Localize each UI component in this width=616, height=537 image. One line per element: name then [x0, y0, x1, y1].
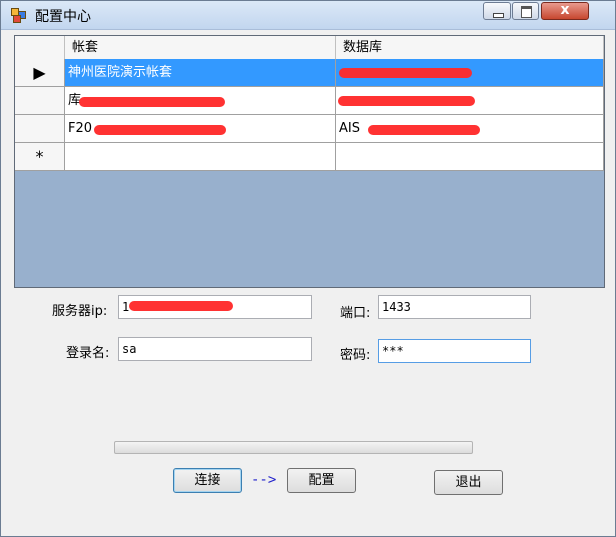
close-button[interactable]: x [541, 2, 589, 20]
table-row-new[interactable]: * [15, 143, 604, 171]
redaction-mark [339, 68, 472, 78]
login-name-input[interactable]: sa [118, 337, 312, 361]
cell-account[interactable] [65, 143, 336, 171]
table-row[interactable]: 库 [15, 87, 604, 115]
port-input[interactable]: 1433 [378, 295, 531, 319]
column-header-account[interactable]: 帐套 [65, 36, 336, 59]
redaction-mark [338, 96, 475, 106]
cell-database[interactable] [336, 59, 604, 87]
password-label: 密码: [340, 348, 371, 363]
password-input[interactable]: *** [378, 339, 531, 363]
header-corner[interactable] [15, 36, 65, 59]
redaction-mark [129, 301, 233, 311]
row-header[interactable] [15, 115, 65, 143]
redaction-mark [94, 125, 226, 135]
exit-button[interactable]: 退出 [434, 470, 503, 495]
column-header-database[interactable]: 数据库 [336, 36, 604, 59]
arrow-indicator: --> [251, 472, 277, 488]
maximize-button[interactable] [512, 2, 539, 20]
account-data-grid[interactable]: 帐套 数据库 ▶ 神州医院演示帐套 库 F20 AIS * [14, 35, 605, 288]
cell-database[interactable]: AIS [336, 115, 604, 143]
app-icon [11, 8, 26, 23]
redaction-mark [368, 125, 480, 135]
connect-button[interactable]: 连接 [173, 468, 242, 493]
table-row[interactable]: ▶ 神州医院演示帐套 [15, 59, 604, 87]
maximize-icon [521, 6, 532, 18]
window-title: 配置中心 [35, 9, 91, 25]
port-label: 端口: [340, 306, 371, 321]
cell-database[interactable] [336, 87, 604, 115]
row-header[interactable] [15, 87, 65, 115]
progress-bar [114, 441, 473, 454]
close-icon: x [560, 2, 570, 18]
cell-account[interactable]: 库 [65, 87, 336, 115]
redaction-mark [79, 97, 225, 107]
cell-account[interactable]: 神州医院演示帐套 [65, 59, 336, 87]
row-selected-marker-icon[interactable]: ▶ [15, 59, 65, 87]
table-row[interactable]: F20 AIS [15, 115, 604, 143]
cell-database[interactable] [336, 143, 604, 171]
cell-database-text: AIS [339, 121, 360, 136]
grid-header: 帐套 数据库 [15, 36, 604, 60]
cell-account-text: F20 [68, 121, 93, 136]
new-row-asterisk-icon[interactable]: * [15, 143, 65, 171]
minimize-button[interactable] [483, 2, 511, 20]
title-bar[interactable]: 配置中心 x [1, 1, 615, 30]
cell-account[interactable]: F20 [65, 115, 336, 143]
config-window: 配置中心 x 帐套 数据库 ▶ 神州医院演示帐套 库 F20 AIS * 服务器… [0, 0, 616, 537]
server-ip-label: 服务器ip: [52, 304, 108, 319]
server-ip-input[interactable]: 1 [118, 295, 312, 319]
configure-button[interactable]: 配置 [287, 468, 356, 493]
login-name-label: 登录名: [66, 346, 110, 361]
minimize-icon [493, 13, 504, 18]
